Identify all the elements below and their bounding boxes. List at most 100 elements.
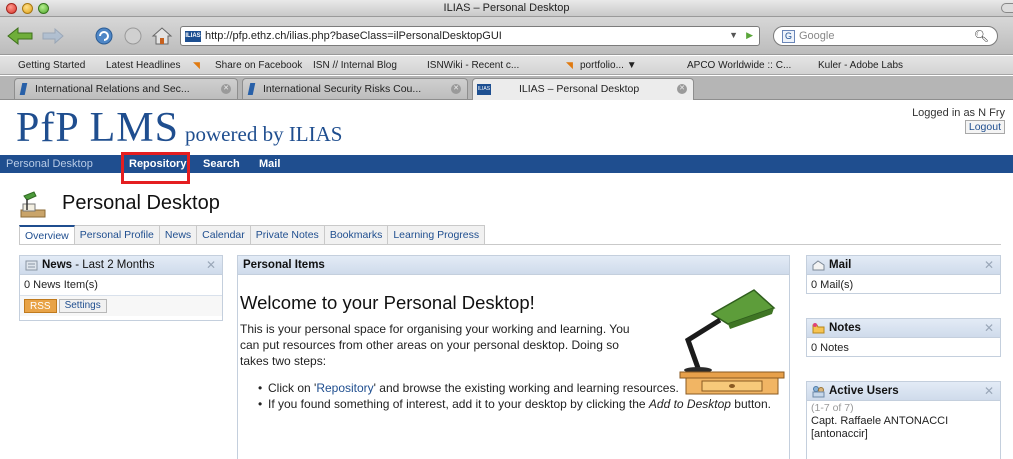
news-block: News - Last 2 Months ✕ 0 News Item(s) RS… — [19, 255, 223, 321]
notes-count: 0 Notes — [811, 342, 849, 354]
subtab-divider — [19, 244, 1001, 245]
news-count: 0 News Item(s) — [20, 275, 222, 296]
step1-text: Click on ' — [268, 381, 317, 395]
bookmark-item[interactable]: Getting Started — [18, 56, 85, 74]
close-block-icon[interactable]: ✕ — [984, 256, 994, 275]
bookmark-item[interactable]: Latest Headlines — [106, 56, 181, 74]
site-logo[interactable]: PfP LMS powered by ILIAS — [16, 104, 342, 152]
rss-feed-icon: ◥ — [566, 60, 573, 70]
tab-favicon-icon: ILIAS — [477, 84, 491, 95]
bookmark-item[interactable]: Kuler - Adobe Labs — [818, 56, 903, 74]
news-block-range: - Last 2 Months — [72, 259, 155, 271]
subtab-bookmarks[interactable]: Bookmarks — [324, 225, 389, 245]
window-titlebar: ILIAS – Personal Desktop — [0, 0, 1013, 17]
users-range: (1-7 of 7) — [811, 402, 854, 414]
bookmark-item[interactable]: ISNWiki - Recent c... — [427, 56, 519, 74]
go-arrow-icon[interactable]: ▶ — [746, 30, 753, 41]
repository-link[interactable]: Repository — [316, 381, 373, 395]
address-url[interactable]: http://pfp.ethz.ch/ilias.php?baseClass=i… — [205, 30, 502, 42]
address-bar[interactable]: ILIAS http://pfp.ethz.ch/ilias.php?baseC… — [180, 26, 760, 46]
user-name[interactable]: Capt. Raffaele ANTONACCI — [807, 415, 1000, 428]
add-to-desktop-emphasis: Add to Desktop — [648, 397, 731, 411]
reload-icon — [95, 27, 113, 45]
menu-mail[interactable]: Mail — [259, 155, 280, 173]
personal-items-header: Personal Items — [238, 256, 789, 275]
bookmarks-bar: Getting Started Latest Headlines ◥ Share… — [0, 56, 1013, 75]
zoom-window-icon[interactable] — [38, 3, 49, 14]
repository-highlight-box — [121, 152, 190, 184]
notes-block-title: Notes — [829, 322, 861, 334]
browser-tab[interactable]: International Security Risks Cou... ✕ — [242, 78, 468, 99]
subtab-private-notes[interactable]: Private Notes — [250, 225, 325, 245]
logout-button[interactable]: Logout — [964, 120, 1005, 134]
rss-button[interactable]: RSS — [24, 299, 57, 313]
browser-tab-label: ILIAS – Personal Desktop — [519, 83, 640, 95]
close-window-icon[interactable] — [6, 3, 17, 14]
forward-arrow-icon — [42, 27, 64, 45]
browser-tab[interactable]: International Relations and Sec... ✕ — [14, 78, 238, 99]
mail-block-title: Mail — [829, 259, 852, 271]
tab-close-icon[interactable]: ✕ — [451, 84, 461, 94]
toolbar-toggle-icon[interactable] — [1001, 3, 1013, 13]
menu-search[interactable]: Search — [203, 155, 240, 173]
bookmark-item[interactable]: ISN // Internal Blog — [313, 56, 397, 74]
close-block-icon[interactable]: ✕ — [984, 382, 994, 401]
mail-block: Mail ✕ 0 Mail(s) — [806, 255, 1001, 294]
mail-icon — [812, 260, 825, 271]
news-buttons: RSS Settings — [20, 296, 222, 316]
users-icon — [812, 386, 825, 398]
menu-personal-desktop[interactable]: Personal Desktop — [6, 155, 93, 173]
browser-tab-active[interactable]: ILIAS ILIAS – Personal Desktop ✕ — [472, 78, 694, 100]
active-users-title: Active Users — [829, 385, 899, 397]
news-block-header: News - Last 2 Months ✕ — [20, 256, 222, 275]
forward-button[interactable] — [40, 24, 66, 48]
welcome-heading: Welcome to your Personal Desktop! — [240, 292, 535, 313]
step2-text: If you found something of interest, add … — [268, 397, 649, 411]
tab-close-icon[interactable]: ✕ — [677, 84, 687, 94]
bookmark-item[interactable]: Share on Facebook — [215, 56, 302, 74]
tab-close-icon[interactable]: ✕ — [221, 84, 231, 94]
minimize-window-icon[interactable] — [22, 3, 33, 14]
search-placeholder: Google — [799, 30, 835, 42]
back-button[interactable] — [6, 24, 36, 48]
site-favicon-icon: ILIAS — [185, 30, 201, 42]
history-dropdown-icon[interactable]: ▼ — [729, 30, 738, 41]
news-icon — [25, 260, 38, 271]
page-title: Personal Desktop — [62, 192, 220, 214]
user-login: [antonaccir] — [811, 428, 868, 440]
subtab-learning-progress[interactable]: Learning Progress — [388, 225, 486, 245]
window-title: ILIAS – Personal Desktop — [443, 2, 570, 14]
magnifier-icon[interactable]: 🔍︎ — [974, 29, 989, 43]
subtab-calendar[interactable]: Calendar — [197, 225, 251, 245]
subtab-news[interactable]: News — [159, 225, 198, 245]
news-block-title: News — [42, 259, 73, 271]
stop-button[interactable] — [122, 24, 144, 48]
tab-favicon-icon — [19, 83, 28, 95]
browser-tab-label: International Relations and Sec... — [35, 83, 190, 95]
login-info: Logged in as N Fry Logout — [912, 107, 1005, 134]
tab-favicon-icon — [247, 83, 256, 95]
logged-in-text: Logged in as N Fry — [912, 107, 1005, 119]
subtab-bar: Overview Personal Profile News Calendar … — [19, 225, 486, 245]
logo-main-text: PfP LMS — [16, 105, 180, 151]
subtab-personal-profile[interactable]: Personal Profile — [74, 225, 160, 245]
reload-button[interactable] — [93, 24, 115, 48]
bookmark-item[interactable]: APCO Worldwide :: C... — [687, 56, 791, 74]
browser-tab-label: International Security Risks Cou... — [263, 83, 422, 95]
mail-block-header: Mail ✕ — [807, 256, 1000, 275]
home-button[interactable] — [150, 24, 174, 48]
search-engine-icon[interactable]: G — [782, 29, 795, 43]
rss-feed-icon: ◥ — [193, 60, 200, 70]
subtab-overview[interactable]: Overview — [19, 225, 75, 245]
settings-button[interactable]: Settings — [58, 299, 107, 313]
home-icon — [151, 27, 173, 45]
active-users-header: Active Users ✕ — [807, 382, 1000, 401]
bookmark-item[interactable]: portfolio... ▼ — [580, 56, 637, 74]
back-arrow-icon — [7, 26, 33, 46]
mail-count: 0 Mail(s) — [811, 279, 854, 291]
intro-text: This is your personal space for organisi… — [240, 322, 630, 368]
close-block-icon[interactable]: ✕ — [984, 319, 994, 338]
close-block-icon[interactable]: ✕ — [206, 256, 216, 275]
search-bar[interactable]: G Google 🔍︎ — [773, 26, 998, 46]
stop-icon — [124, 27, 142, 45]
